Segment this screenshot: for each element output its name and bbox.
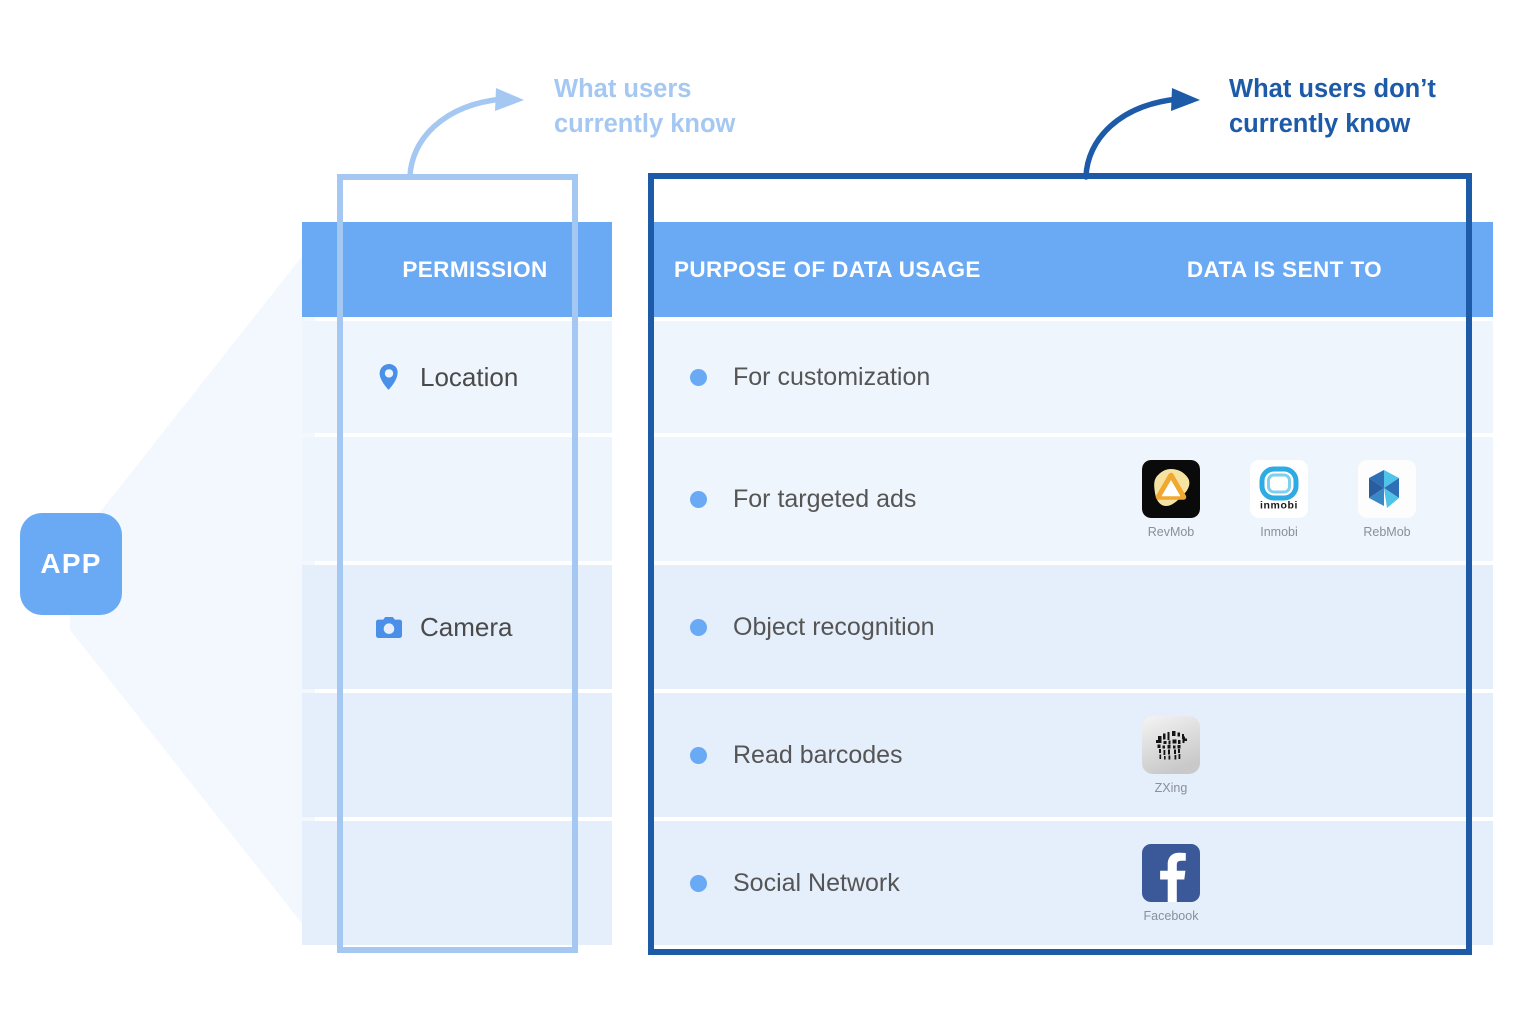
map-pin-icon [376,363,402,391]
destination-inmobi[interactable]: inmobi Inmobi [1246,459,1312,539]
permission-label: Location [420,361,519,392]
callout-left-text: What users currently know [554,75,736,139]
purpose-cell: Read barcodes [648,693,1076,817]
sent-to-cell [1076,321,1493,433]
purpose-label: For targeted ads [733,484,917,513]
destination-rebmob[interactable]: RebMob [1354,459,1420,539]
callout-arrow-right-icon [1083,88,1200,180]
purpose-label: Read barcodes [733,740,903,769]
purpose-cell: For customization [648,321,1076,433]
row-gap [612,437,648,561]
permission-cell-spacer [338,693,612,817]
destination-facebook[interactable]: Facebook [1138,843,1204,923]
bullet-icon [690,874,707,892]
header-permission-label: PERMISSION [402,256,548,282]
permission-cell-location: Location [338,321,612,433]
header-gap [612,222,648,317]
row-gutter [302,693,338,817]
row-gap [612,565,648,689]
zxing-icon [1142,715,1200,774]
header-sent-to: DATA IS SENT TO [1076,222,1493,317]
row-gutter [302,565,338,689]
table-header-row: PERMISSION PURPOSE OF DATA USAGE DATA IS… [302,222,1493,317]
facebook-icon [1142,843,1200,902]
inmobi-icon: inmobi [1250,459,1308,518]
row-gutter [302,821,338,945]
revmob-icon [1142,459,1200,518]
purpose-label: Object recognition [733,612,935,641]
table-row[interactable]: For targeted ads RevMob inmobi Inmobi Re… [302,437,1493,561]
destination-zxing[interactable]: ZXing [1138,715,1204,795]
rebmob-icon [1358,459,1416,518]
row-gutter [302,321,338,433]
header-permission: PERMISSION [338,222,612,317]
table-row[interactable]: Location For customization [302,321,1493,433]
table-row[interactable]: Read barcodes ZXing [302,693,1493,817]
sent-to-cell: Facebook [1076,821,1493,945]
destination-name: RevMob [1147,524,1195,539]
destination-name: Inmobi [1260,524,1298,539]
purpose-label: For customization [733,362,931,391]
bullet-icon [690,746,707,764]
sent-to-cell [1076,565,1493,689]
destination-name: RebMob [1363,524,1411,539]
row-gap [612,821,648,945]
permission-cell-spacer [338,437,612,561]
app-badge-label: APP [40,548,102,579]
purpose-cell: For targeted ads [648,437,1076,561]
purpose-label: Social Network [733,868,900,897]
sent-to-cell: RevMob inmobi Inmobi RebMob [1076,437,1493,561]
table-row[interactable]: Social Network Facebook [302,821,1493,945]
camera-icon [376,613,402,641]
destination-name: Facebook [1143,908,1199,923]
permission-cell-camera: Camera [338,565,612,689]
header-gutter [302,222,338,317]
permission-label: Camera [420,611,513,642]
bullet-icon [690,618,707,636]
permission-cell-spacer [338,821,612,945]
header-purpose: PURPOSE OF DATA USAGE [648,222,1076,317]
callout-right-text: What users don’t currently know [1229,75,1436,139]
svg-text:inmobi: inmobi [1260,499,1298,511]
header-purpose-label: PURPOSE OF DATA USAGE [674,256,981,282]
permissions-table: PERMISSION PURPOSE OF DATA USAGE DATA IS… [302,222,1493,949]
bullet-icon [690,368,707,386]
app-badge: APP [20,513,122,615]
callout-arrow-left-icon [407,88,524,180]
row-gap [612,693,648,817]
row-gap [612,321,648,433]
row-gutter [302,437,338,561]
table-row[interactable]: Camera Object recognition [302,565,1493,689]
header-sent-to-label: DATA IS SENT TO [1186,256,1383,282]
sent-to-cell: ZXing [1076,693,1493,817]
purpose-cell: Social Network [648,821,1076,945]
bullet-icon [690,490,707,508]
destination-name: ZXing [1154,780,1188,795]
destination-revmob[interactable]: RevMob [1138,459,1204,539]
purpose-cell: Object recognition [648,565,1076,689]
